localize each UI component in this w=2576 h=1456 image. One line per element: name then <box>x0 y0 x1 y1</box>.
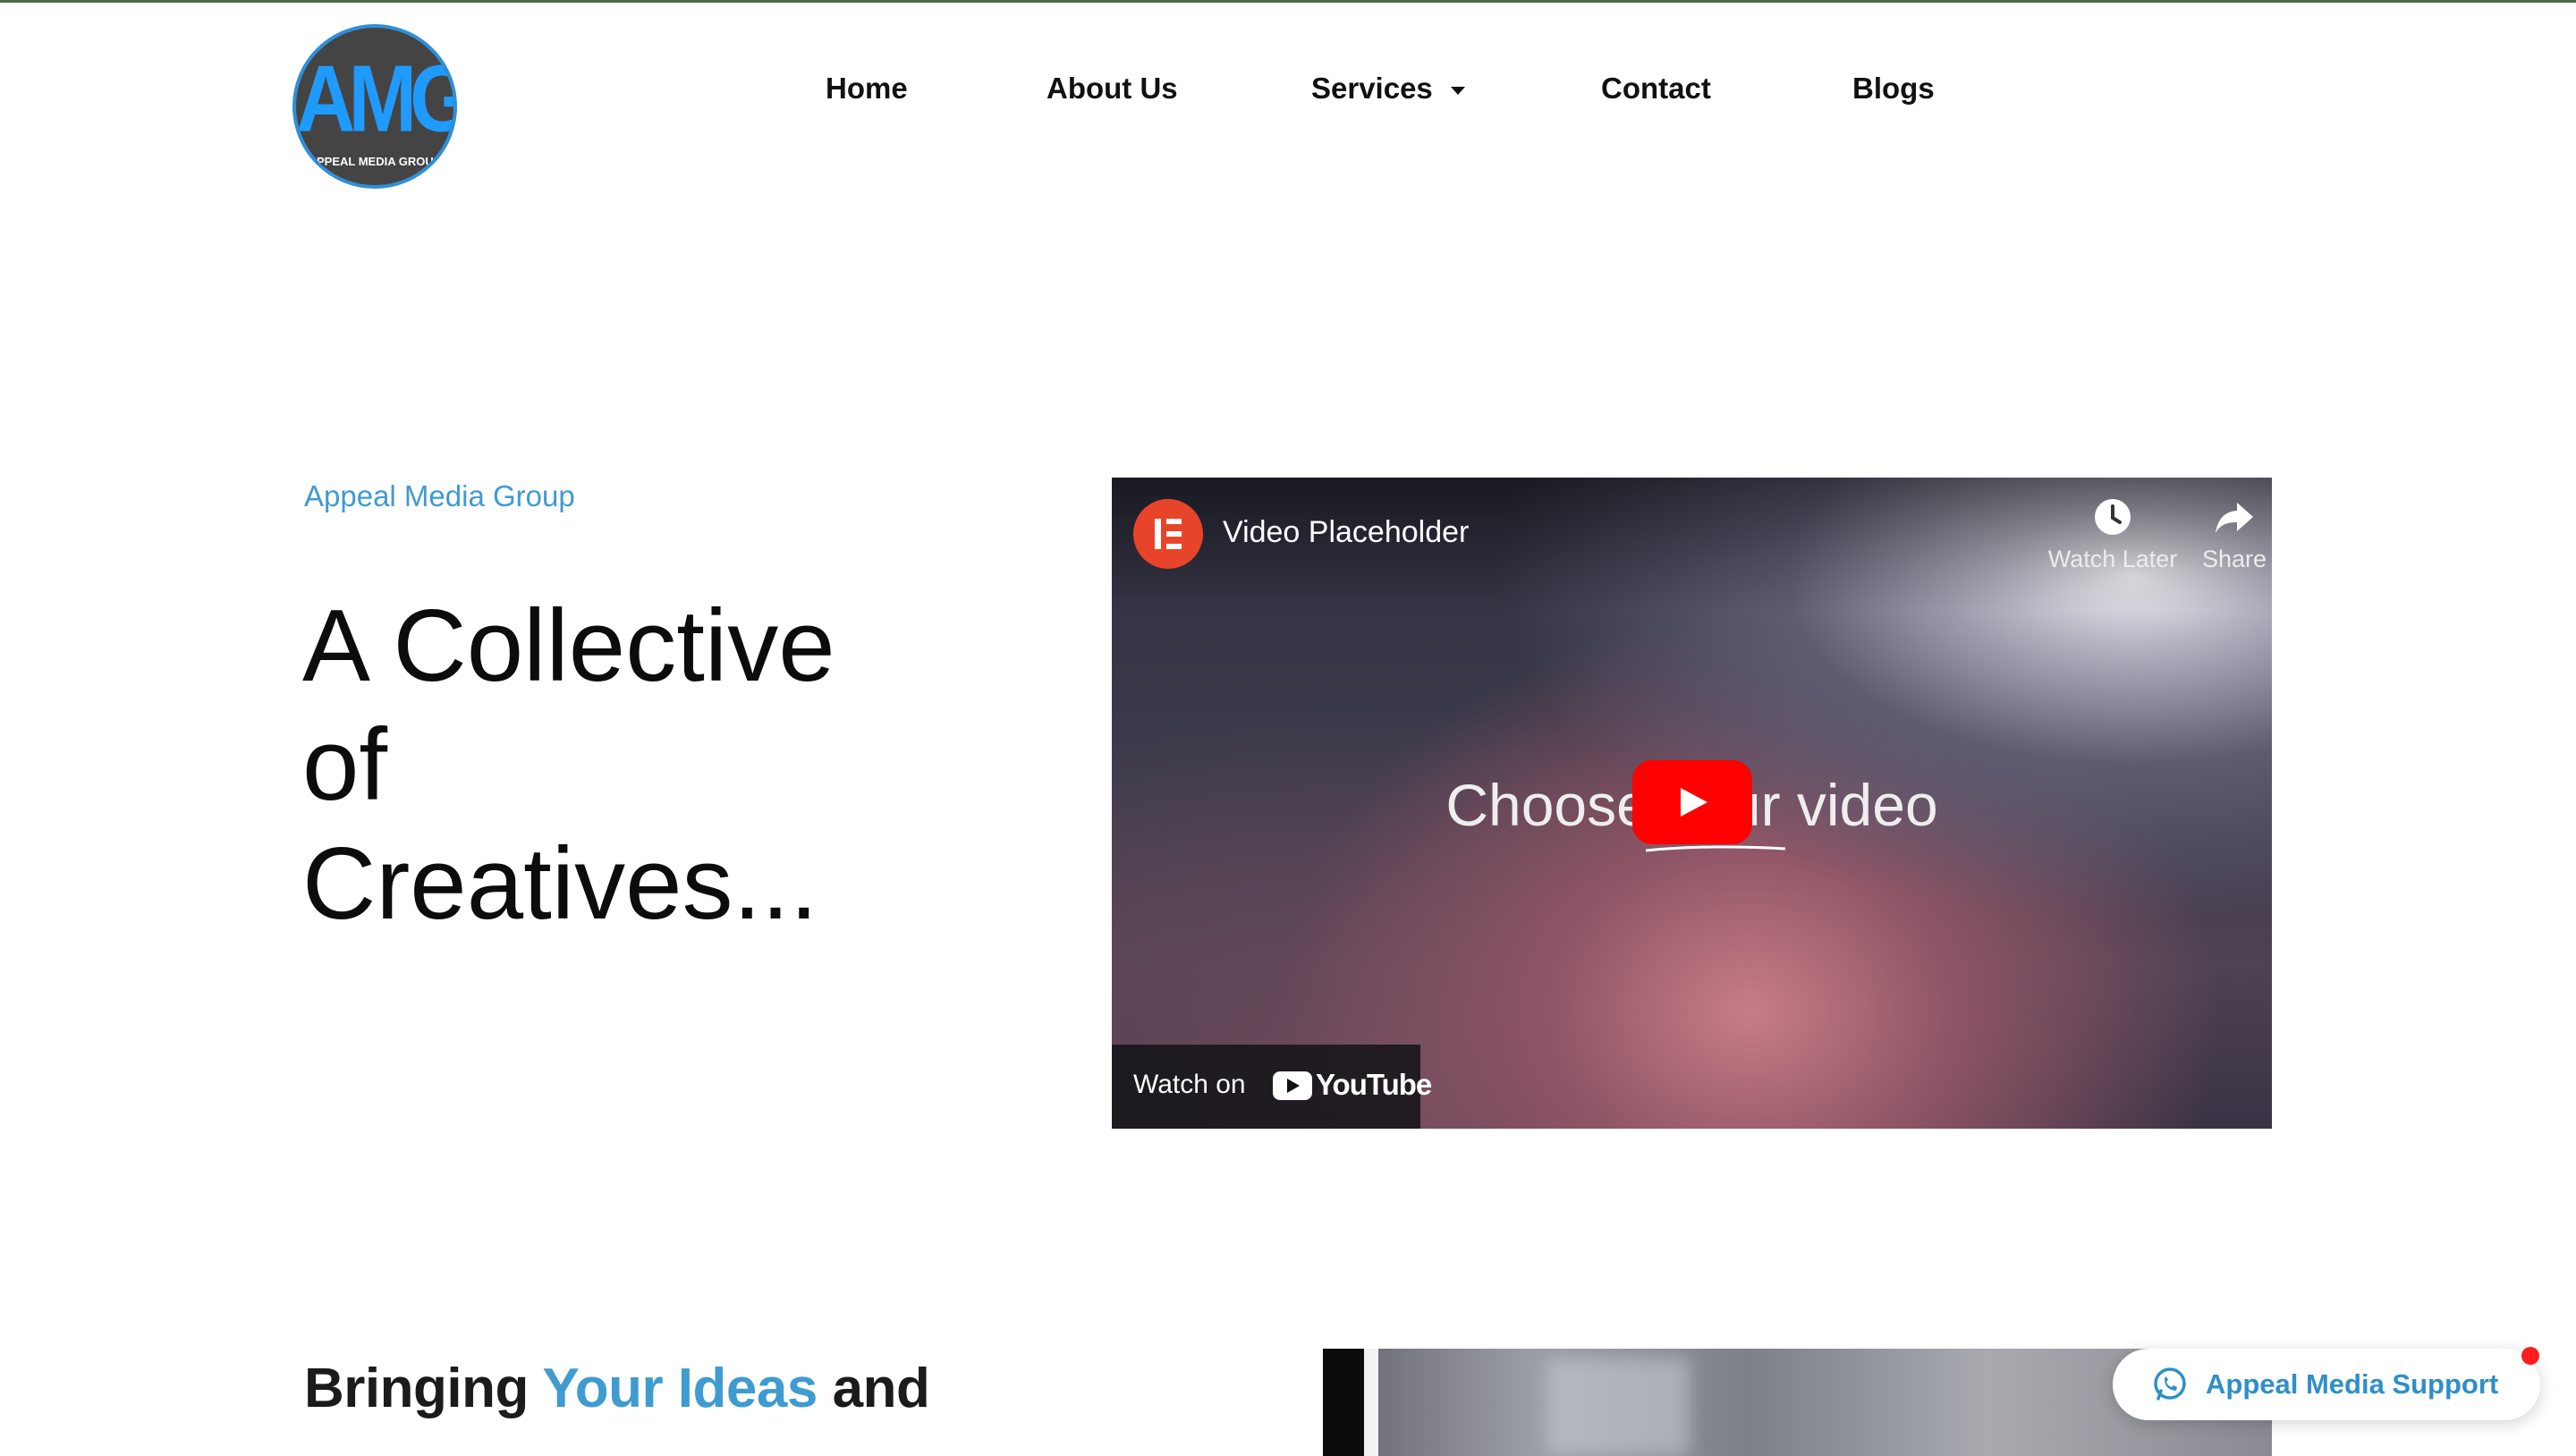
nav-services[interactable]: Services <box>1311 72 1465 106</box>
section2-title-prefix: Bringing <box>304 1358 543 1419</box>
section2-title-highlight: Your Ideas <box>542 1358 818 1419</box>
hero-title-line-3: Creatives... <box>302 827 818 941</box>
nav-about-us[interactable]: About Us <box>1046 72 1178 106</box>
hero-title-line-2: of <box>302 708 388 822</box>
share-button[interactable]: Share <box>2176 497 2272 573</box>
hero-title-line-1: A Collective <box>302 589 835 703</box>
support-label: Appeal Media Support <box>2206 1368 2499 1400</box>
play-icon <box>1681 788 1707 817</box>
youtube-wordmark: YouTube <box>1316 1068 1432 1101</box>
video-embed[interactable]: Video Placeholder Watch Later Share Choo… <box>1112 478 2272 1129</box>
nav-services-label: Services <box>1311 72 1433 105</box>
watch-on-youtube-button[interactable]: Watch on YouTube <box>1112 1045 1432 1129</box>
support-chat-button[interactable]: Appeal Media Support <box>2113 1349 2540 1420</box>
watch-on-label: Watch on <box>1133 1070 1246 1099</box>
nav-blogs-label: Blogs <box>1852 72 1935 105</box>
logo-subtext: APPEAL MEDIA GROUP <box>308 155 442 168</box>
section2-title: Bringing Your Ideas and <box>304 1357 930 1420</box>
hero-title: A Collective of Creatives... <box>302 587 857 944</box>
top-border <box>0 0 2576 3</box>
elementor-icon[interactable] <box>1133 499 1203 569</box>
video-title[interactable]: Video Placeholder <box>1223 515 1469 550</box>
nav-home[interactable]: Home <box>826 72 908 106</box>
notification-dot <box>2521 1347 2539 1365</box>
chevron-down-icon <box>1450 86 1465 95</box>
main-nav: Home About Us Services Contact Blogs <box>0 72 2576 111</box>
share-label: Share <box>2201 546 2267 572</box>
nav-contact[interactable]: Contact <box>1601 72 1711 106</box>
hero-eyebrow: Appeal Media Group <box>304 479 575 512</box>
whatsapp-icon <box>2154 1367 2186 1401</box>
watch-later-button[interactable]: Watch Later <box>2046 497 2180 573</box>
play-button[interactable] <box>1632 760 1752 844</box>
nav-about-label: About Us <box>1046 72 1178 105</box>
watch-later-label: Watch Later <box>2047 546 2178 572</box>
share-icon <box>2216 503 2253 533</box>
youtube-icon <box>1273 1071 1312 1100</box>
clock-icon <box>2095 499 2131 535</box>
section2-title-suffix: and <box>817 1358 930 1419</box>
nav-contact-label: Contact <box>1601 72 1711 105</box>
nav-blogs[interactable]: Blogs <box>1852 72 1935 106</box>
nav-home-label: Home <box>826 72 908 105</box>
underline-decoration <box>1645 845 1786 852</box>
